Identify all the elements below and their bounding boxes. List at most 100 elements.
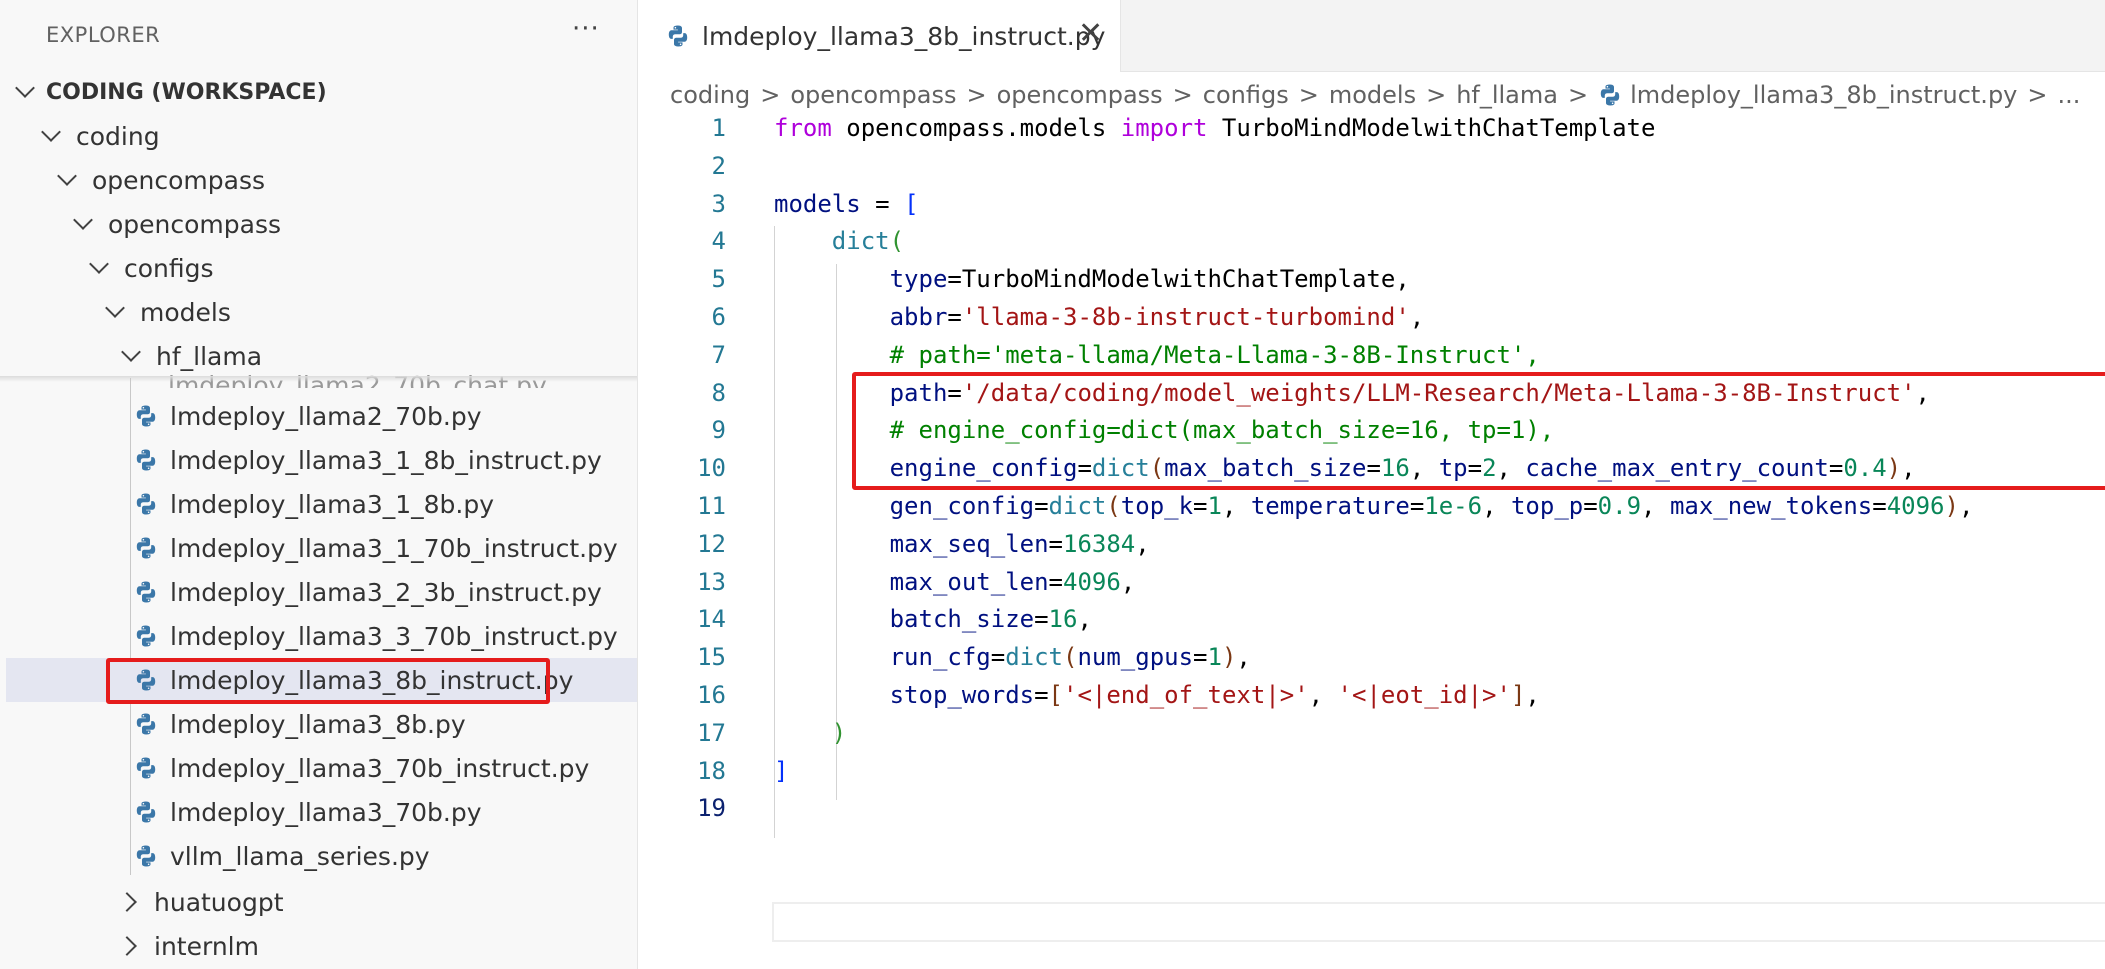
line-number: 15 [697, 643, 726, 672]
tree-file[interactable]: lmdeploy_llama3_8b.py [6, 702, 637, 746]
close-icon[interactable]: ✕ [1078, 16, 1103, 51]
chevron-down-icon [105, 298, 125, 318]
code-line[interactable]: stop_words=['<|end_of_text|>', '<|eot_id… [774, 681, 1540, 709]
code-line[interactable]: max_out_len=4096, [774, 568, 1136, 596]
folder-label: opencompass [92, 165, 266, 195]
chevron-right-icon: > [1172, 81, 1193, 109]
line-number: 10 [697, 454, 726, 483]
code-line[interactable]: type=TurboMindModelwithChatTemplate, [774, 265, 1410, 293]
chevron-right-icon: > [966, 81, 987, 109]
highlight-box-selected-file [106, 658, 550, 704]
code-line[interactable]: gen_config=dict(top_k=1, temperature=1e-… [774, 492, 1974, 520]
breadcrumb-item[interactable]: hf_llama [1456, 81, 1558, 109]
python-file-icon [1600, 84, 1620, 106]
python-file-icon [668, 25, 688, 47]
tab-active-file[interactable]: lmdeploy_llama3_8b_instruct.py ✕ [638, 0, 1121, 72]
tree-file[interactable]: lmdeploy_llama3_70b.py [6, 790, 637, 834]
code-line[interactable]: batch_size=16, [774, 605, 1092, 633]
line-number: 13 [697, 567, 726, 596]
tree-folder-huatuogpt[interactable]: huatuogpt [6, 880, 637, 924]
chevron-right-icon [117, 936, 137, 956]
current-line-highlight [772, 902, 2105, 942]
line-number: 12 [697, 529, 726, 558]
tree-file[interactable]: lmdeploy_llama3_1_8b.py [6, 482, 637, 526]
python-file-icon [136, 845, 156, 867]
workspace-root[interactable]: CODING (WORKSPACE) [6, 70, 637, 114]
code-editor[interactable]: 1 2 3 4 5 6 7 8 9 10 11 12 13 14 15 16 17 18 19 from openc… [638, 112, 2105, 969]
chevron-down-icon [89, 254, 109, 274]
code-line[interactable]: abbr='llama-3-8b-instruct-turbomind', [774, 303, 1425, 331]
tree-folder-models[interactable]: models [6, 290, 637, 334]
python-file-icon [136, 449, 156, 471]
tree-folder-coding[interactable]: coding [6, 114, 637, 158]
tree-file[interactable]: lmdeploy_llama3_2_3b_instruct.py [6, 570, 637, 614]
tree-file[interactable]: lmdeploy_llama3_70b_instruct.py [6, 746, 637, 790]
folder-label: internlm [154, 931, 259, 961]
file-label: lmdeploy_llama3_70b_instruct.py [170, 753, 590, 783]
chevron-down-icon [73, 210, 93, 230]
file-label: lmdeploy_llama3_3_70b_instruct.py [170, 621, 618, 651]
python-file-icon [136, 581, 156, 603]
file-label: vllm_llama_series.py [170, 841, 430, 871]
file-label: lmdeploy_llama3_1_8b_instruct.py [170, 445, 602, 475]
line-number: 11 [697, 492, 726, 520]
line-number: 16 [697, 681, 726, 709]
tree-file[interactable]: lmdeploy_llama3_1_70b_instruct.py [6, 526, 637, 570]
line-number: 6 [711, 303, 726, 331]
folder-label: models [140, 297, 231, 327]
folder-label: configs [124, 253, 214, 283]
code-line[interactable]: from opencompass.models import TurboMind… [774, 114, 1655, 142]
line-number: 2 [711, 151, 726, 180]
tree-file[interactable]: lmdeploy_llama3_3_70b_instruct.py [6, 614, 637, 658]
line-number: 8 [711, 378, 726, 407]
tree-folder-internlm[interactable]: internlm [6, 924, 637, 968]
tree-folder-configs[interactable]: configs [6, 246, 637, 290]
tab-bar: lmdeploy_llama3_8b_instruct.py ✕ [638, 0, 2105, 72]
code-line[interactable]: # path='meta-llama/Meta-Llama-3-8B-Instr… [774, 341, 1540, 369]
breadcrumb-item[interactable]: opencompass [997, 81, 1163, 109]
explorer-header: EXPLORER ··· [0, 0, 637, 72]
line-number: 4 [711, 227, 726, 256]
code-line[interactable]: run_cfg=dict(num_gpus=1), [774, 643, 1251, 671]
line-number: 3 [711, 189, 726, 218]
chevron-right-icon: > [1567, 81, 1589, 109]
python-file-icon [136, 625, 156, 647]
breadcrumb-item[interactable]: configs [1203, 81, 1289, 109]
code-line[interactable]: dict( [774, 227, 904, 255]
line-number: 14 [697, 605, 726, 634]
folder-label: coding [76, 121, 160, 151]
line-number: 18 [697, 756, 726, 785]
editor-pane: lmdeploy_llama3_8b_instruct.py ✕ coding >… [638, 0, 2105, 969]
line-number: 5 [711, 265, 726, 294]
folder-label: huatuogpt [154, 887, 284, 917]
workspace-label: CODING (WORKSPACE) [46, 79, 327, 105]
breadcrumb-item[interactable]: coding [670, 81, 750, 109]
chevron-right-icon: > [1298, 81, 1319, 109]
tree-folder-opencompass-inner[interactable]: opencompass [6, 202, 637, 246]
sticky-shadow [0, 376, 637, 382]
code-line[interactable]: ] [774, 757, 788, 785]
code-line[interactable]: ) [774, 719, 846, 747]
highlight-box-code [852, 372, 2105, 490]
code-line[interactable]: max_seq_len=16384, [774, 530, 1150, 558]
chevron-right-icon [117, 892, 137, 912]
tree-file[interactable]: lmdeploy_llama2_70b.py [6, 394, 637, 438]
python-file-icon [136, 537, 156, 559]
breadcrumb-item[interactable]: models [1329, 81, 1416, 109]
breadcrumb-item[interactable]: lmdeploy_llama3_8b_instruct.py [1630, 81, 2017, 109]
breadcrumb-item[interactable]: opencompass [790, 81, 956, 109]
breadcrumb-item[interactable]: ... [2057, 81, 2080, 109]
explorer-title: EXPLORER [46, 23, 161, 47]
chevron-right-icon: > [1426, 81, 1447, 109]
python-file-icon [136, 757, 156, 779]
chevron-down-icon [15, 78, 35, 98]
line-number: 17 [697, 718, 726, 747]
more-actions-icon[interactable]: ··· [572, 14, 600, 44]
tree-file-partial[interactable]: lmdeploy_llama2_70b_chat.py [6, 358, 637, 388]
file-label: lmdeploy_llama3_2_3b_instruct.py [170, 577, 602, 607]
folder-label: opencompass [108, 209, 282, 239]
tree-file[interactable]: vllm_llama_series.py [6, 834, 637, 878]
tree-folder-opencompass[interactable]: opencompass [6, 158, 637, 202]
tree-file[interactable]: lmdeploy_llama3_1_8b_instruct.py [6, 438, 637, 482]
code-line[interactable]: models = [ [774, 190, 919, 218]
